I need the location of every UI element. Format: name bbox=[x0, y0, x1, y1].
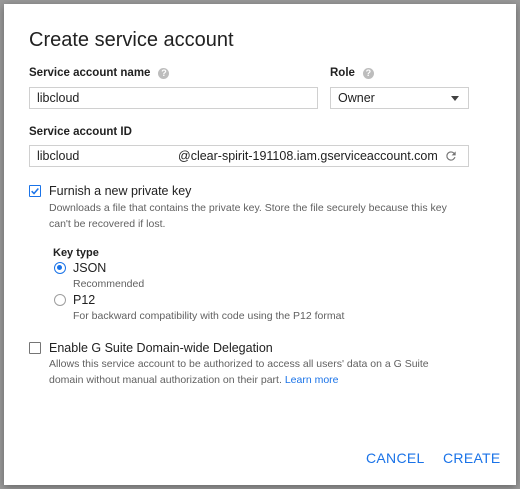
radio-json[interactable] bbox=[54, 262, 66, 274]
private-key-checkbox[interactable] bbox=[29, 185, 41, 197]
refresh-icon[interactable] bbox=[444, 149, 458, 169]
delegation-checkbox[interactable] bbox=[29, 342, 41, 354]
create-service-account-dialog: Create service account Service account n… bbox=[4, 4, 516, 485]
dialog-title: Create service account bbox=[29, 29, 234, 51]
service-account-name-label: Service account name ? bbox=[29, 67, 170, 79]
learn-more-link[interactable]: Learn more bbox=[285, 374, 339, 386]
radio-json-hint: Recommended bbox=[73, 278, 145, 290]
delegation-description: Allows this service account to be author… bbox=[49, 356, 429, 388]
delegation-description-text: domain without manual authorization on t… bbox=[49, 374, 282, 386]
service-account-id-label: Service account ID bbox=[29, 126, 132, 138]
cancel-button[interactable]: CANCEL bbox=[366, 450, 425, 466]
private-key-checkbox-label[interactable]: Furnish a new private key bbox=[49, 184, 191, 198]
role-label-text: Role bbox=[330, 67, 355, 79]
service-account-id-suffix: @clear-spirit-191108.iam.gserviceaccount… bbox=[178, 149, 438, 163]
private-key-description-line: Downloads a file that contains the priva… bbox=[49, 202, 447, 214]
checkmark-icon bbox=[31, 188, 39, 195]
delegation-checkbox-label[interactable]: Enable G Suite Domain-wide Delegation bbox=[49, 341, 273, 355]
role-label: Role ? bbox=[330, 67, 374, 79]
dropdown-arrow-icon bbox=[451, 96, 459, 101]
role-select[interactable]: Owner bbox=[330, 87, 469, 109]
service-account-name-input[interactable]: libcloud bbox=[29, 87, 318, 109]
create-button[interactable]: CREATE bbox=[443, 450, 501, 466]
radio-p12-hint: For backward compatibility with code usi… bbox=[73, 310, 345, 322]
help-icon[interactable]: ? bbox=[362, 67, 374, 79]
key-type-label: Key type bbox=[53, 247, 99, 259]
delegation-description-line: domain without manual authorization on t… bbox=[49, 372, 429, 388]
service-account-id-input[interactable]: libcloud @clear-spirit-191108.iam.gservi… bbox=[29, 145, 469, 167]
private-key-description-line: can't be recovered if lost. bbox=[49, 218, 166, 230]
role-select-value: Owner bbox=[338, 91, 375, 105]
service-account-name-label-text: Service account name bbox=[29, 67, 151, 79]
radio-json-label[interactable]: JSON bbox=[73, 261, 106, 275]
radio-p12-label[interactable]: P12 bbox=[73, 293, 95, 307]
service-account-id-value: libcloud bbox=[37, 149, 80, 163]
service-account-name-value: libcloud bbox=[37, 91, 80, 105]
help-icon[interactable]: ? bbox=[158, 67, 170, 79]
radio-p12[interactable] bbox=[54, 294, 66, 306]
service-account-id-label-text: Service account ID bbox=[29, 126, 132, 138]
private-key-description: Downloads a file that contains the priva… bbox=[49, 200, 447, 232]
delegation-description-line: Allows this service account to be author… bbox=[49, 358, 429, 370]
